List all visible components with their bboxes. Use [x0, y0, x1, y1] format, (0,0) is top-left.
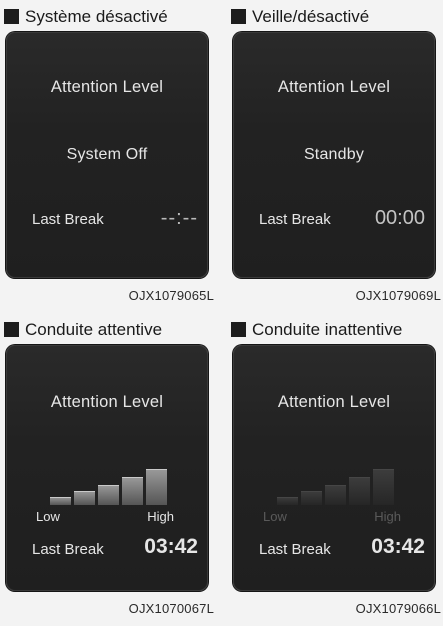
figure-code: OJX1079069L: [355, 288, 441, 303]
cluster-display: Attention Level Low High Last Break 03:4…: [233, 345, 435, 591]
panel-attentive: Conduite attentive Attention Level Low H…: [0, 313, 216, 625]
low-label: Low: [36, 509, 60, 524]
attention-level-title: Attention Level: [277, 78, 391, 96]
figure-code: OJX1079066L: [355, 601, 441, 616]
panel-inattentive: Conduite inattentive Attention Level Low…: [227, 313, 443, 625]
cluster-display: Attention Level System Off Last Break --…: [6, 32, 208, 278]
panel-header-label: Conduite attentive: [25, 319, 163, 339]
panel-header-label: Veille/désactivé: [252, 6, 370, 26]
level-bar-4: [349, 477, 370, 505]
high-label: High: [374, 509, 401, 524]
cluster-display: Attention Level Low High Last Break 03:4…: [6, 345, 208, 591]
panel-header: Conduite inattentive: [231, 317, 402, 342]
panel-header: Système désactivé: [4, 4, 168, 29]
figure-code: OJX1070067L: [128, 601, 214, 616]
last-break-value: 03:42: [144, 535, 198, 558]
last-break-value: 00:00: [374, 207, 425, 229]
cluster-display: Attention Level Standby Last Break 00:00: [233, 32, 435, 278]
level-bar-1: [277, 497, 298, 505]
high-label: High: [147, 509, 174, 524]
level-bar-4: [122, 477, 143, 505]
panel-standby: Veille/désactivé Attention Level Standby…: [227, 0, 443, 312]
attention-level-title: Attention Level: [50, 78, 164, 96]
level-bar-5: [373, 469, 394, 505]
level-bar-2: [74, 491, 95, 505]
attention-level-title: Attention Level: [277, 393, 391, 411]
attention-level-bars: [277, 425, 394, 505]
last-break-label: Last Break: [259, 541, 331, 558]
panel-system-off: Système désactivé Attention Level System…: [0, 0, 216, 312]
square-bullet-icon: [4, 9, 19, 24]
last-break-value: 03:42: [371, 535, 425, 558]
level-bar-2: [301, 491, 322, 505]
status-text: Standby: [303, 146, 365, 163]
panel-header: Veille/désactivé: [231, 4, 369, 29]
figure-code: OJX1079065L: [128, 288, 214, 303]
square-bullet-icon: [231, 322, 246, 337]
last-break-value: --:--: [160, 207, 198, 229]
last-break-label: Last Break: [259, 211, 331, 228]
level-bar-1: [50, 497, 71, 505]
panel-header-label: Conduite inattentive: [252, 319, 403, 339]
status-text: System Off: [66, 146, 148, 163]
level-bar-3: [325, 485, 346, 505]
level-bar-5: [146, 469, 167, 505]
last-break-label: Last Break: [32, 211, 104, 228]
attention-level-bars: [50, 425, 167, 505]
square-bullet-icon: [231, 9, 246, 24]
panel-header: Conduite attentive: [4, 317, 162, 342]
last-break-label: Last Break: [32, 541, 104, 558]
low-label: Low: [263, 509, 287, 524]
level-bar-3: [98, 485, 119, 505]
attention-level-title: Attention Level: [50, 393, 164, 411]
square-bullet-icon: [4, 322, 19, 337]
panel-header-label: Système désactivé: [25, 6, 168, 26]
